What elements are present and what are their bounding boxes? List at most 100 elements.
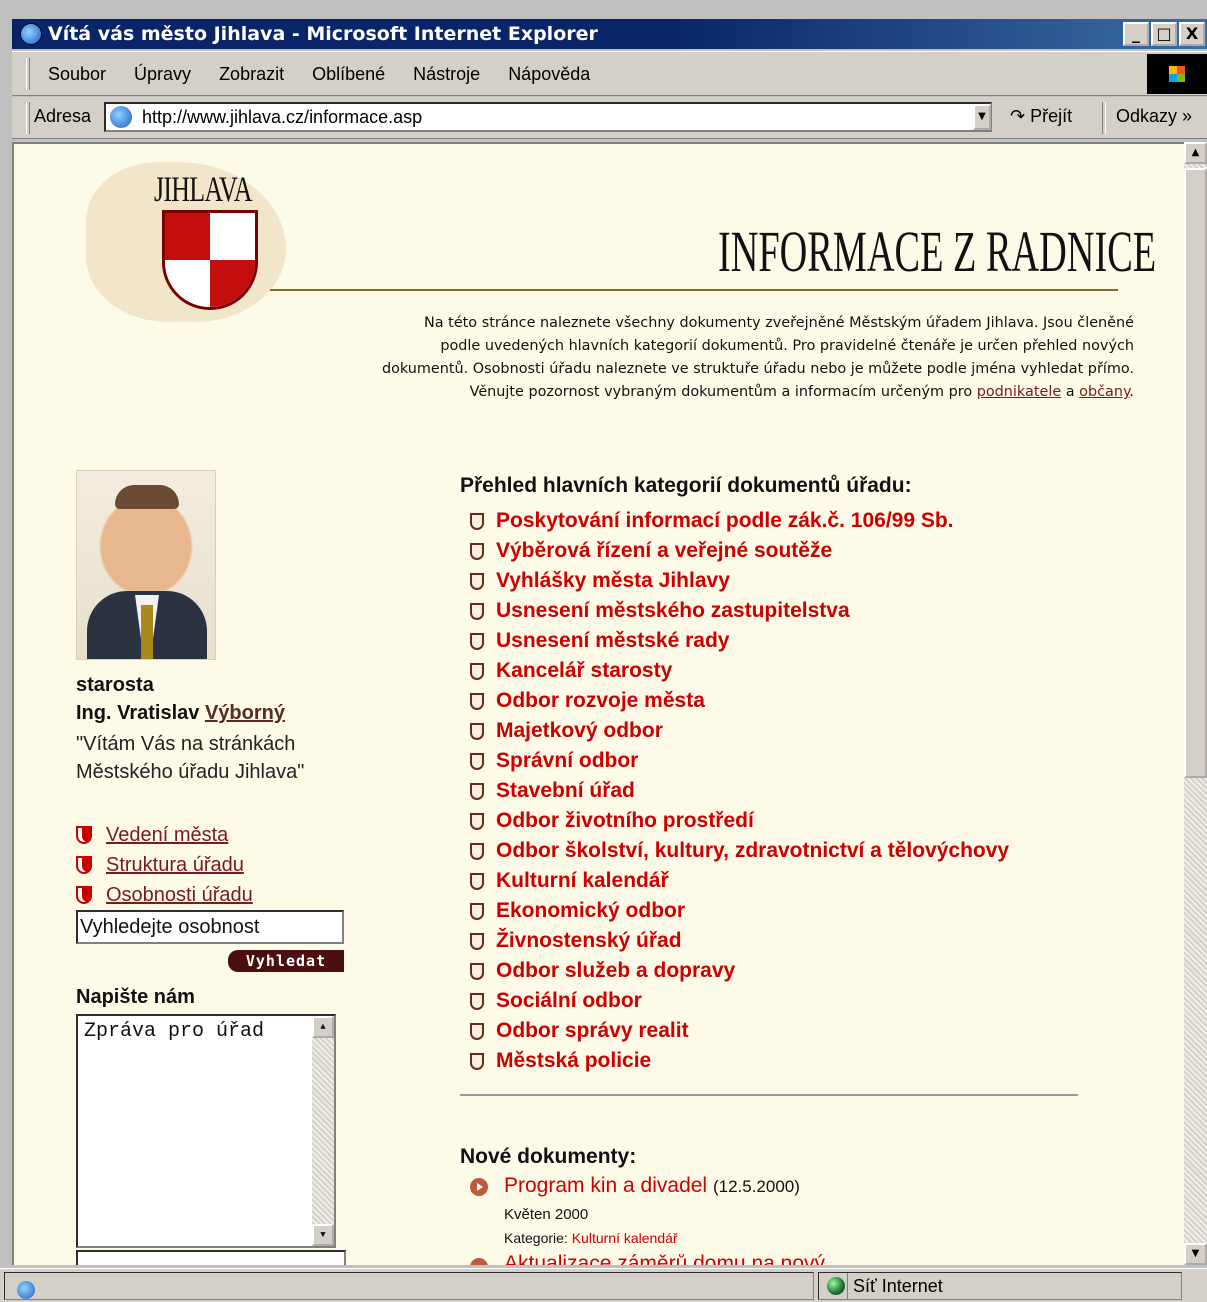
side-link-structure: Struktura úřadu <box>76 850 253 880</box>
category-link[interactable]: Ekonomický odbor <box>496 899 685 923</box>
mayor-name-link[interactable]: Výborný <box>205 702 285 724</box>
shield-icon <box>470 752 484 770</box>
address-bar: Adresa http://www.jihlava.cz/informace.a… <box>12 97 1207 139</box>
city-name-logo: JIHLAVA <box>154 169 252 209</box>
side-link-label[interactable]: Struktura úřadu <box>106 854 244 877</box>
city-crest-image <box>162 210 258 310</box>
mayor-photo <box>76 470 216 660</box>
shield-icon <box>76 826 92 844</box>
category-link[interactable]: Odbor správy realit <box>496 1019 689 1043</box>
category-link[interactable]: Výběrová řízení a veřejné soutěže <box>496 539 832 563</box>
document-link[interactable]: Program kin a divadel <box>504 1174 707 1197</box>
category-link[interactable]: Odbor životního prostředí <box>496 809 754 833</box>
message-textarea[interactable]: Zpráva pro úřad ▲ ▼ <box>76 1014 336 1248</box>
citizens-link[interactable]: občany <box>1079 384 1129 400</box>
address-label: Adresa <box>34 106 92 126</box>
category-link[interactable]: Kulturní kalendář <box>572 1230 678 1246</box>
category-link[interactable]: Usnesení městského zastupitelstva <box>496 599 850 623</box>
category-link[interactable]: Majetkový odbor <box>496 719 663 743</box>
scroll-up-icon[interactable]: ▲ <box>1184 142 1207 164</box>
mayor-name-prefix: Ing. Vratislav <box>76 702 205 724</box>
category-item: Poskytování informací podle zák.č. 106/9… <box>470 506 1009 536</box>
menu-tools[interactable]: Nástroje <box>413 64 480 85</box>
business-link[interactable]: podnikatele <box>977 384 1061 400</box>
message-text: Zpráva pro úřad <box>84 1020 265 1043</box>
textarea-scrollbar[interactable]: ▲ ▼ <box>312 1016 334 1246</box>
category-link[interactable]: Stavební úřad <box>496 779 635 803</box>
scroll-thumb[interactable] <box>1184 168 1207 778</box>
person-search-input[interactable]: Vyhledejte osobnost <box>76 910 344 944</box>
menu-file[interactable]: Soubor <box>48 64 106 85</box>
search-button[interactable]: Vyhledat <box>228 950 344 972</box>
document-link[interactable]: Aktualizace záměrů domu na nový <box>504 1254 825 1265</box>
maximize-button[interactable]: □ <box>1151 22 1177 46</box>
category-link[interactable]: Odbor rozvoje města <box>496 689 705 713</box>
mayor-role: starosta <box>76 674 154 696</box>
scroll-down-icon[interactable]: ▼ <box>1184 1243 1207 1265</box>
links-label: Odkazy <box>1116 106 1178 126</box>
email-field[interactable] <box>76 1250 346 1265</box>
category-item: Sociální odbor <box>470 986 1009 1016</box>
side-link-label[interactable]: Vedení města <box>106 824 228 847</box>
category-item: Ekonomický odbor <box>470 896 1009 926</box>
category-link[interactable]: Usnesení městské rady <box>496 629 729 653</box>
category-item: Městská policie <box>470 1046 1009 1076</box>
document-title-row: Program kin a divadel (12.5.2000) <box>504 1174 800 1198</box>
write-us-title: Napište nám <box>76 986 195 1008</box>
arrow-bullet-icon <box>470 1178 488 1196</box>
category-link[interactable]: Městská policie <box>496 1049 651 1073</box>
category-link[interactable]: Odbor služeb a dopravy <box>496 959 735 983</box>
document-month: Květen 2000 <box>504 1206 589 1223</box>
close-button[interactable]: X <box>1179 22 1205 46</box>
category-item: Stavební úřad <box>470 776 1009 806</box>
shield-icon <box>470 812 484 830</box>
menu-view[interactable]: Zobrazit <box>219 64 284 85</box>
minimize-button[interactable]: _ <box>1123 22 1149 46</box>
address-dropdown-button[interactable]: ▼ <box>973 104 991 130</box>
category-link[interactable]: Živnostenský úřad <box>496 929 682 953</box>
page-heading: INFORMACE Z RADNICE <box>718 219 1157 284</box>
shield-icon <box>470 692 484 710</box>
address-input[interactable]: http://www.jihlava.cz/informace.asp <box>104 102 992 132</box>
quote-line: "Vítám Vás na stránkách <box>76 733 296 755</box>
category-link[interactable]: Sociální odbor <box>496 989 642 1013</box>
mayor-name: Ing. Vratislav Výborný <box>76 702 285 725</box>
address-url: http://www.jihlava.cz/informace.asp <box>142 107 423 127</box>
menu-edit[interactable]: Úpravy <box>134 64 191 85</box>
category-link[interactable]: Správní odbor <box>496 749 638 773</box>
shield-icon <box>470 542 484 560</box>
intro-text: Věnujte pozornost vybraným dokumentům a … <box>469 384 977 400</box>
page-icon <box>110 106 132 128</box>
window-controls: _ □ X <box>1123 22 1205 46</box>
category-item: Usnesení městské rady <box>470 626 1009 656</box>
toolbar-grip[interactable] <box>26 102 30 134</box>
shield-icon <box>470 842 484 860</box>
category-item: Živnostenský úřad <box>470 926 1009 956</box>
intro-line: dokumentů. Osobnosti úřadu naleznete ve … <box>381 361 1134 377</box>
shield-icon <box>470 1022 484 1040</box>
go-button[interactable]: ↷ Přejít <box>1010 106 1072 127</box>
category-link[interactable]: Vyhlášky města Jihlavy <box>496 569 730 593</box>
category-item: Správní odbor <box>470 746 1009 776</box>
category-item: Majetkový odbor <box>470 716 1009 746</box>
page-scrollbar[interactable]: ▲ ▼ <box>1184 142 1207 1265</box>
scroll-up-icon[interactable]: ▲ <box>312 1016 334 1038</box>
menu-bar: Soubor Úpravy Zobrazit Oblíbené Nástroje… <box>12 51 1207 96</box>
category-link[interactable]: Odbor školství, kultury, zdravotnictví a… <box>496 839 1009 863</box>
category-item: Výběrová řízení a veřejné soutěže <box>470 536 1009 566</box>
menu-help[interactable]: Nápověda <box>508 64 590 85</box>
new-documents-title: Nové dokumenty: <box>460 1145 637 1168</box>
page-status-icon <box>17 1281 35 1299</box>
side-link-personalities: Osobnosti úřadu <box>76 880 253 910</box>
category-link[interactable]: Kancelář starosty <box>496 659 672 683</box>
side-link-label[interactable]: Osobnosti úřadu <box>106 884 253 907</box>
category-item: Kancelář starosty <box>470 656 1009 686</box>
toolbar-grip[interactable] <box>26 58 30 90</box>
scroll-down-icon[interactable]: ▼ <box>312 1224 334 1246</box>
links-button[interactable]: Odkazy » <box>1116 106 1192 127</box>
arrow-bullet-icon <box>470 1258 488 1265</box>
menu-favorites[interactable]: Oblíbené <box>312 64 385 85</box>
category-link[interactable]: Kulturní kalendář <box>496 869 669 893</box>
shield-icon <box>470 572 484 590</box>
category-link[interactable]: Poskytování informací podle zák.č. 106/9… <box>496 509 954 533</box>
